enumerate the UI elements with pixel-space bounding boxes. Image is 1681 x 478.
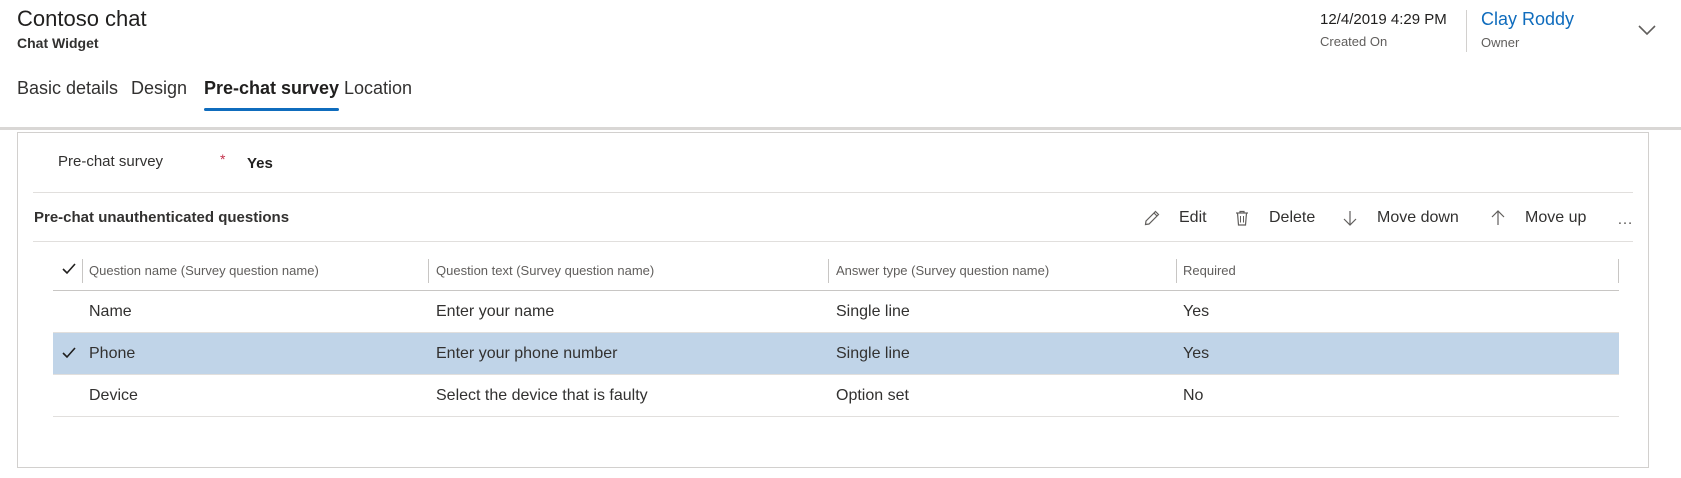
column-separator [82,259,83,283]
column-header-required[interactable]: Required [1183,263,1236,278]
cell-answer-type: Single line [836,345,910,362]
edit-icon [1144,210,1160,226]
checkmark-icon[interactable] [61,345,77,361]
created-on-label: Created On [1320,34,1388,49]
page-title: Contoso chat [17,6,147,31]
column-header-question-name[interactable]: Question name (Survey question name) [89,263,319,278]
edit-label: Edit [1179,209,1207,226]
created-on-value: 12/4/2019 4:29 PM [1320,11,1447,28]
cell-answer-type: Single line [836,303,910,320]
active-tab-indicator [204,108,340,111]
delete-button[interactable]: Delete [1233,203,1315,233]
cell-question-text: Enter your name [436,303,555,320]
table-row[interactable]: Name Enter your name Single line Yes [53,291,1619,333]
select-all-checkmark-icon[interactable] [61,261,77,277]
table-row[interactable]: Phone Enter your phone number Single lin… [53,333,1619,375]
cell-required: Yes [1183,345,1210,362]
cell-required: No [1183,387,1204,404]
column-separator [428,259,429,283]
edit-button[interactable]: Edit [1143,203,1207,233]
created-on-field: 12/4/2019 4:29 PM Created On [1320,11,1447,49]
column-header-question-text[interactable]: Question text (Survey question name) [436,263,654,278]
cell-question-name: Phone [89,345,136,362]
column-separator [1618,259,1619,283]
owner-label: Owner [1481,35,1520,50]
move-up-button[interactable]: Move up [1489,203,1586,233]
cell-required: Yes [1183,303,1210,320]
questions-grid: Question name (Survey question name) Que… [53,251,1619,417]
command-bar-divider [33,241,1633,242]
tab-location[interactable]: Location [344,78,412,99]
chevron-down-icon[interactable] [1636,22,1658,38]
page-subtitle: Chat Widget [17,35,99,51]
cell-question-name: Name [89,303,132,320]
header-field-divider [1466,10,1467,52]
move-down-button[interactable]: Move down [1341,203,1459,233]
grid-header: Question name (Survey question name) Que… [53,251,1619,291]
delete-label: Delete [1269,209,1316,226]
cell-question-name: Device [89,387,138,404]
tab-design[interactable]: Design [131,78,187,99]
field-divider [33,192,1633,193]
arrow-down-icon [1343,211,1357,226]
more-commands-icon[interactable]: … [1617,211,1634,229]
pre-chat-survey-value[interactable]: Yes [247,155,273,172]
required-indicator: * [220,151,226,167]
move-down-label: Move down [1377,209,1459,226]
move-up-label: Move up [1525,209,1587,226]
column-separator [828,259,829,283]
subgrid-title: Pre-chat unauthenticated questions [34,209,290,226]
delete-icon [1236,210,1248,226]
pre-chat-survey-label: Pre-chat survey [58,153,164,170]
pre-chat-survey-section: Pre-chat survey * Yes Pre-chat unauthent… [17,132,1649,468]
tab-basic-details[interactable]: Basic details [17,78,118,99]
cell-question-text: Select the device that is faulty [436,387,648,404]
cell-answer-type: Option set [836,387,909,404]
owner-field: Clay Roddy Owner [1481,9,1574,50]
owner-link[interactable]: Clay Roddy [1481,9,1574,30]
column-header-answer-type[interactable]: Answer type (Survey question name) [836,263,1049,278]
arrow-up-icon [1491,210,1505,225]
form-header: Contoso chat Chat Widget 12/4/2019 4:29 … [0,0,1681,128]
column-separator [1176,259,1177,283]
cell-question-text: Enter your phone number [436,345,618,362]
header-divider [0,127,1681,130]
tab-pre-chat-survey[interactable]: Pre-chat survey [204,78,340,111]
table-row[interactable]: Device Select the device that is faulty … [53,375,1619,417]
